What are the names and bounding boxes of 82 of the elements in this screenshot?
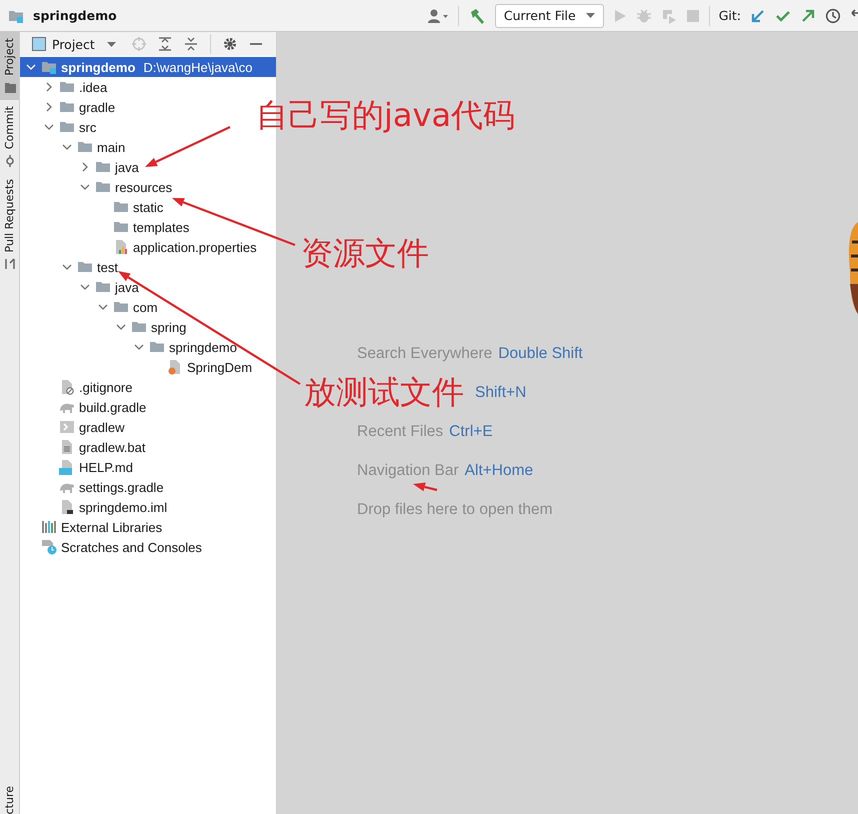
tree-item[interactable]: resources [20,177,276,197]
tree-item[interactable]: SpringDem [20,357,276,377]
tree-item[interactable]: java [20,277,276,297]
folder-icon [113,299,129,315]
tree-item[interactable]: build.gradle [20,397,276,417]
tree-item[interactable]: templates [20,217,276,237]
shortcut-text: Ctrl+E [449,423,493,441]
hint-text: Navigation Bar [357,462,459,480]
caret-icon [106,42,116,46]
window-icon [32,37,46,51]
tool-window-tab[interactable]: Project [0,32,19,100]
tree-item[interactable]: HELP.md [20,457,276,477]
tree-item[interactable]: test [20,257,276,277]
java-file-icon [167,359,183,375]
run-configuration-dropdown[interactable]: Current File [494,4,604,28]
folder-icon [95,159,111,175]
folder-icon [59,79,75,95]
project-name: springdemo [33,8,117,23]
folder-icon [131,319,147,335]
folder-icon [59,119,75,135]
user-icon[interactable] [426,8,449,24]
annotation-text: 放测试文件 [304,373,464,412]
chevron-right-icon[interactable] [80,162,90,172]
annotation-text: 资源文件 [301,234,429,272]
settings-icon[interactable] [222,37,237,51]
ignore-file-icon [59,379,75,395]
folder-icon [77,139,93,155]
tree-item[interactable]: gradlew [20,417,276,437]
chevron-down-icon[interactable] [80,182,90,192]
folder-icon [59,99,75,115]
tool-window-tab[interactable]: Pull Requests [0,172,19,276]
module-file-icon [59,499,75,515]
tree-item[interactable]: springdemo.iml [20,497,276,517]
scratch-icon [41,539,57,555]
tree-item[interactable]: gradlew.bat [20,437,276,457]
tree-item[interactable]: External Libraries [20,517,276,537]
properties-file-icon [113,239,129,255]
text-file-icon [59,439,75,455]
project-view-dropdown[interactable]: Project [32,36,116,52]
folder-icon [77,259,93,275]
pull-request-icon [4,258,16,270]
folder-icon [113,199,129,215]
shortcut-text: Double Shift [498,345,583,363]
expand-all-icon[interactable] [158,37,172,51]
tree-item[interactable]: .gitignore [20,377,276,397]
folder-icon [95,179,111,195]
tree-item[interactable]: springdemo [20,337,276,357]
tree-item[interactable]: application.properties [20,237,276,257]
tool-window-tab[interactable]: cture [0,782,19,814]
annotation-arrow [413,482,438,492]
terminal-file-icon [59,419,75,435]
tree-item[interactable]: Scratches and Consoles [20,537,276,557]
annotation-text: 自己写的java代码 [256,96,516,134]
shortcut-text: Shift+N [475,384,526,402]
commit-icon [4,154,16,167]
arrow-up-right-icon[interactable] [800,8,816,24]
libraries-icon [41,519,57,535]
hint-text: Recent Files [357,423,444,441]
clock-icon[interactable] [825,8,841,24]
folder-icon [95,279,111,295]
markdown-file-icon [59,459,75,475]
tree-item[interactable]: springdemo D:\wangHe\java\co [20,57,276,77]
arrow-down-left-icon[interactable] [750,8,766,24]
tree-item[interactable]: static [20,197,276,217]
folder-icon [149,339,165,355]
collapse-all-icon[interactable] [184,37,198,51]
folder-icon [4,82,16,94]
folder-icon [41,59,57,75]
chevron-down-icon[interactable] [26,62,36,72]
hint-text: Drop files here to open them [357,501,553,519]
tree-item[interactable]: java [20,157,276,177]
tree-item[interactable]: spring [20,317,276,337]
tree-item[interactable]: .idea [20,77,276,97]
caret-icon [586,13,595,18]
hint-text: Search Everywhere [357,345,492,363]
tree-item[interactable]: settings.gradle [20,477,276,497]
tool-window-tab[interactable]: Commit [0,100,19,173]
vcs-label: Git: [718,8,741,23]
folder-icon [113,219,129,235]
shortcut-text: Alt+Home [464,462,534,480]
tree-item[interactable]: main [20,137,276,157]
tree-item[interactable]: com [20,297,276,317]
